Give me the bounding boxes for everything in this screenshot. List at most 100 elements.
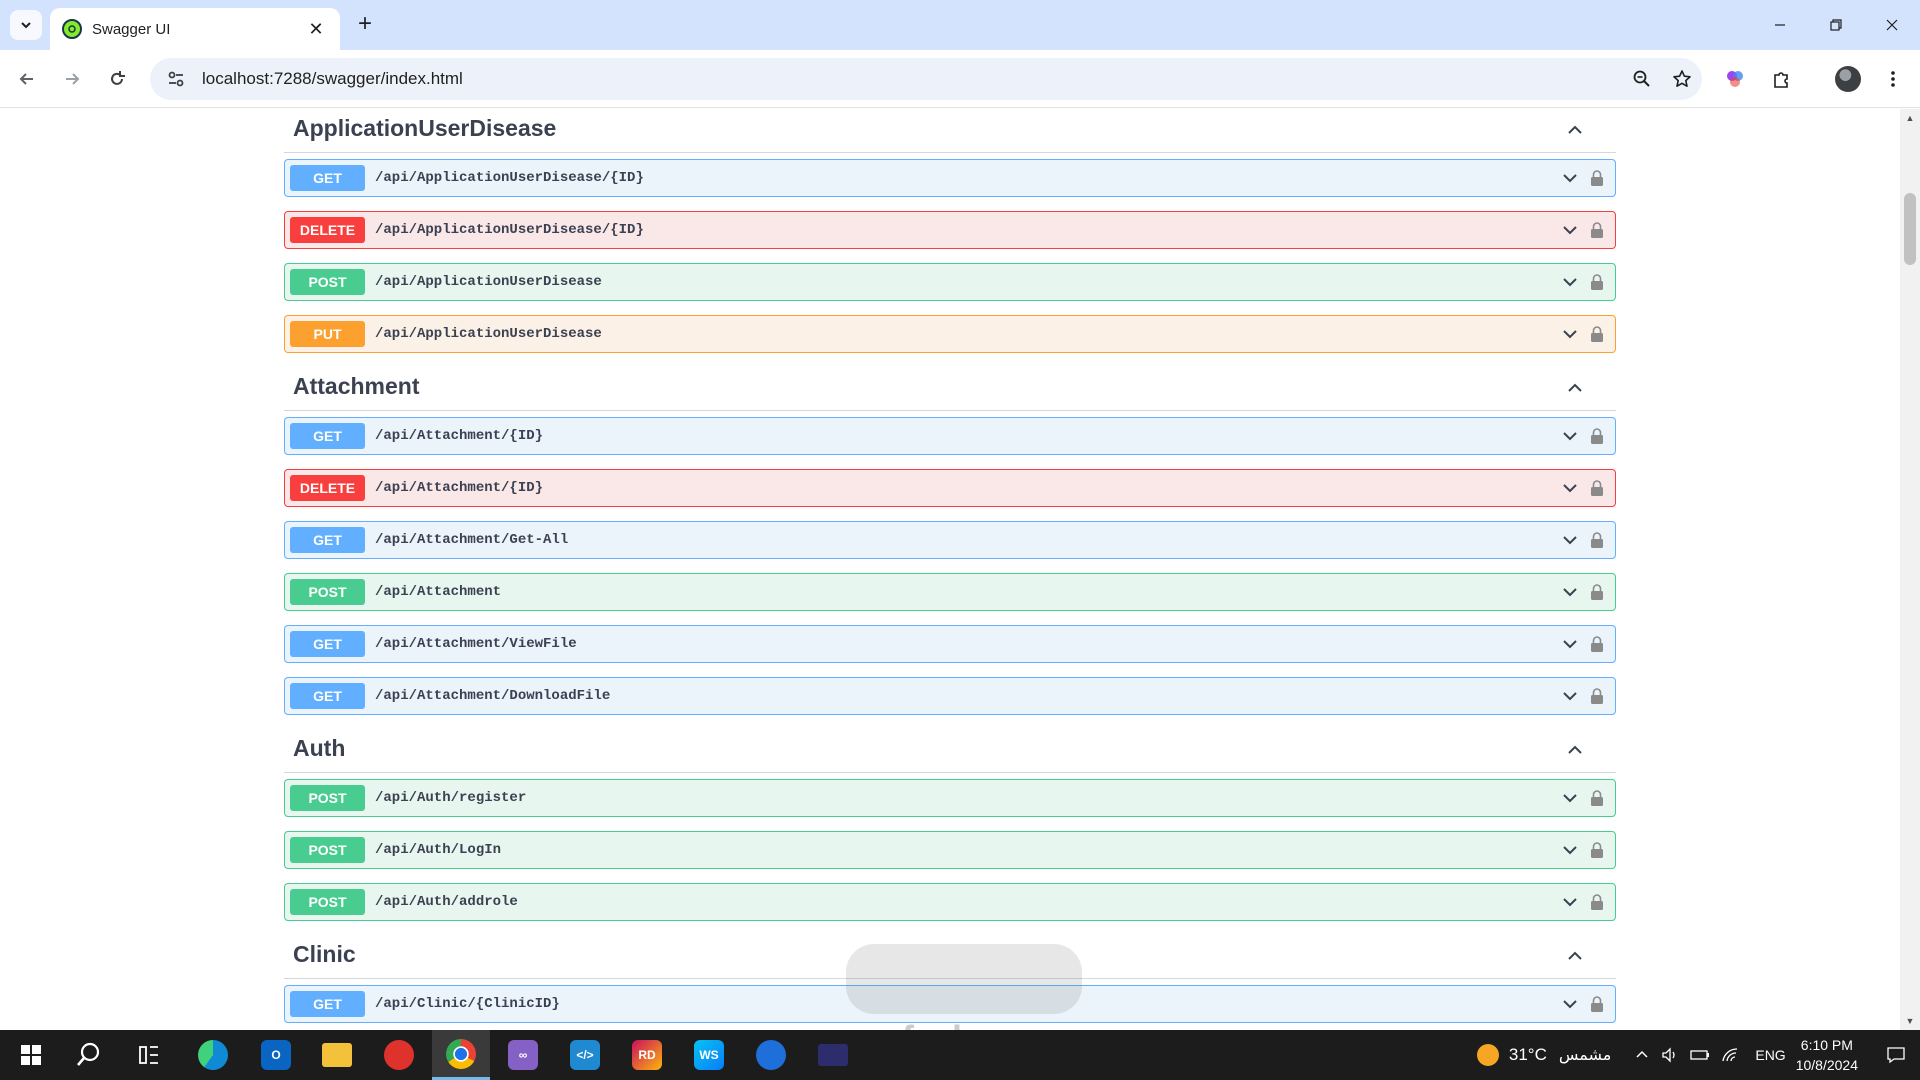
close-window-button[interactable]	[1864, 0, 1920, 50]
chevron-down-icon[interactable]	[1559, 425, 1581, 447]
operation-post[interactable]: POST/api/Auth/register	[284, 779, 1616, 817]
operation-get[interactable]: GET/api/Attachment/DownloadFile	[284, 677, 1616, 715]
address-bar[interactable]: localhost:7288/swagger/index.html	[150, 58, 1702, 100]
lock-icon[interactable]	[1587, 323, 1607, 345]
minimize-button[interactable]	[1752, 0, 1808, 50]
chevron-up-icon[interactable]	[1564, 377, 1586, 399]
operation-get[interactable]: GET/api/Attachment/Get-All	[284, 521, 1616, 559]
weather-widget[interactable]: 31°C مشمس	[1476, 1044, 1611, 1066]
operation-get[interactable]: GET/api/ApplicationUserDisease/{ID}	[284, 159, 1616, 197]
tab-search-button[interactable]	[10, 10, 42, 40]
forward-button[interactable]	[57, 64, 87, 94]
chevron-down-icon[interactable]	[1559, 581, 1581, 603]
section-header[interactable]: Clinic	[284, 935, 1616, 979]
lock-icon[interactable]	[1587, 425, 1607, 447]
back-button[interactable]	[12, 64, 42, 94]
lock-icon[interactable]	[1587, 633, 1607, 655]
lock-icon[interactable]	[1587, 271, 1607, 293]
taskbar-edge[interactable]	[184, 1030, 242, 1080]
section-title[interactable]: Clinic	[293, 941, 356, 968]
operation-delete[interactable]: DELETE/api/Attachment/{ID}	[284, 469, 1616, 507]
section-header[interactable]: Attachment	[284, 367, 1616, 411]
section-title[interactable]: Auth	[293, 735, 345, 762]
start-button[interactable]	[2, 1030, 60, 1080]
browser-tab[interactable]: Swagger UI ✕	[50, 8, 340, 50]
bookmark-button[interactable]	[1662, 58, 1702, 100]
taskbar-file-explorer[interactable]	[308, 1030, 366, 1080]
taskbar-webstorm[interactable]: WS	[680, 1030, 738, 1080]
task-view-button[interactable]	[120, 1030, 178, 1080]
url-text[interactable]: localhost:7288/swagger/index.html	[202, 69, 1622, 89]
lock-icon[interactable]	[1587, 993, 1607, 1015]
chevron-down-icon[interactable]	[1559, 529, 1581, 551]
site-info-button[interactable]	[154, 58, 198, 100]
chevron-down-icon[interactable]	[1559, 633, 1581, 655]
section-title[interactable]: ApplicationUserDisease	[293, 115, 556, 142]
section-header[interactable]: ApplicationUserDisease	[284, 109, 1616, 153]
taskbar-outlook[interactable]: O	[247, 1030, 305, 1080]
taskbar-app[interactable]	[742, 1030, 800, 1080]
taskbar-chrome[interactable]	[432, 1030, 490, 1080]
chevron-up-icon[interactable]	[1564, 945, 1586, 967]
operation-delete[interactable]: DELETE/api/ApplicationUserDisease/{ID}	[284, 211, 1616, 249]
chevron-down-icon[interactable]	[1559, 891, 1581, 913]
scrollbar-thumb[interactable]	[1904, 193, 1916, 265]
chevron-up-icon[interactable]	[1564, 119, 1586, 141]
new-tab-button[interactable]: +	[352, 12, 378, 38]
section-title[interactable]: Attachment	[293, 373, 420, 400]
menu-button[interactable]	[1878, 64, 1908, 94]
clock[interactable]: 6:10 PM 10/8/2024	[1796, 1035, 1858, 1075]
chevron-down-icon[interactable]	[1559, 271, 1581, 293]
tab-close-icon[interactable]: ✕	[304, 19, 328, 40]
lock-icon[interactable]	[1587, 685, 1607, 707]
operation-post[interactable]: POST/api/Auth/addrole	[284, 883, 1616, 921]
lock-icon[interactable]	[1587, 839, 1607, 861]
restore-button[interactable]	[1808, 0, 1864, 50]
taskbar-search[interactable]	[60, 1030, 118, 1080]
chevron-down-icon[interactable]	[1559, 323, 1581, 345]
volume-button[interactable]	[1655, 1046, 1685, 1064]
chevron-down-icon[interactable]	[1559, 167, 1581, 189]
taskbar-terminal[interactable]	[804, 1030, 862, 1080]
language-indicator[interactable]: ENG	[1755, 1047, 1785, 1063]
extension-button[interactable]	[1720, 64, 1750, 94]
zoom-button[interactable]	[1622, 58, 1662, 100]
chevron-up-icon[interactable]	[1564, 739, 1586, 761]
extensions-button[interactable]	[1766, 64, 1796, 94]
chevron-down-icon[interactable]	[1559, 787, 1581, 809]
show-hidden-icons-button[interactable]	[1629, 1048, 1655, 1062]
lock-icon[interactable]	[1587, 477, 1607, 499]
taskbar-rider[interactable]: RD	[618, 1030, 676, 1080]
section-header[interactable]: Auth	[284, 729, 1616, 773]
chevron-down-icon[interactable]	[1559, 993, 1581, 1015]
taskbar-vscode[interactable]: </>	[556, 1030, 614, 1080]
wifi-button[interactable]	[1715, 1047, 1745, 1063]
chevron-down-icon[interactable]	[1559, 685, 1581, 707]
lock-icon[interactable]	[1587, 891, 1607, 913]
operation-get[interactable]: GET/api/Attachment/ViewFile	[284, 625, 1616, 663]
operation-get[interactable]: GET/api/Attachment/{ID}	[284, 417, 1616, 455]
scroll-down-arrow-icon[interactable]: ▼	[1900, 1012, 1920, 1030]
lock-icon[interactable]	[1587, 581, 1607, 603]
operation-post[interactable]: POST/api/Attachment	[284, 573, 1616, 611]
operation-post[interactable]: POST/api/Auth/LogIn	[284, 831, 1616, 869]
notifications-button[interactable]	[1872, 1045, 1920, 1065]
clock-time: 6:10 PM	[1800, 1037, 1853, 1053]
taskbar-anydesk[interactable]	[370, 1030, 428, 1080]
chevron-down-icon[interactable]	[1559, 219, 1581, 241]
scroll-up-arrow-icon[interactable]: ▲	[1900, 109, 1920, 127]
lock-icon[interactable]	[1587, 219, 1607, 241]
lock-icon[interactable]	[1587, 167, 1607, 189]
chevron-down-icon[interactable]	[1559, 839, 1581, 861]
reload-button[interactable]	[102, 64, 132, 94]
operation-post[interactable]: POST/api/ApplicationUserDisease	[284, 263, 1616, 301]
lock-icon[interactable]	[1587, 529, 1607, 551]
operation-put[interactable]: PUT/api/ApplicationUserDisease	[284, 315, 1616, 353]
taskbar-visual-studio[interactable]: ∞	[494, 1030, 552, 1080]
page-scrollbar[interactable]: ▲ ▼	[1900, 109, 1920, 1030]
profile-button[interactable]	[1833, 64, 1863, 94]
lock-icon[interactable]	[1587, 787, 1607, 809]
operation-get[interactable]: GET/api/Clinic/{ClinicID}	[284, 985, 1616, 1023]
chevron-down-icon[interactable]	[1559, 477, 1581, 499]
battery-button[interactable]	[1685, 1048, 1715, 1062]
